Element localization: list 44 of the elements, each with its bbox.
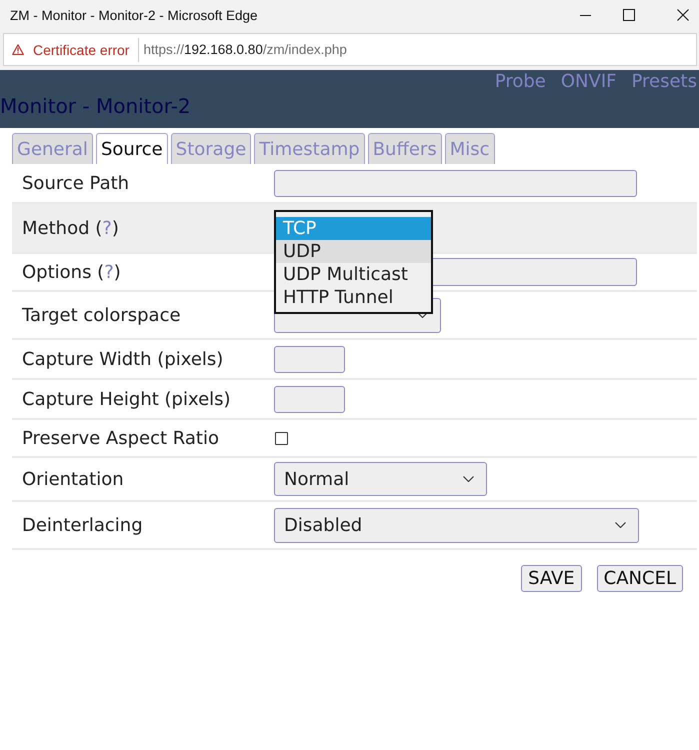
save-button[interactable]: SAVE — [521, 565, 582, 592]
dropdown-option[interactable]: UDP Multicast — [276, 263, 431, 286]
tab[interactable]: Source — [96, 133, 168, 164]
chevron-icon — [615, 522, 626, 528]
page-title: Monitor - Monitor-2 — [0, 93, 192, 119]
checkbox[interactable] — [275, 432, 288, 444]
chevron-icon — [463, 476, 474, 482]
dropdown-option[interactable]: TCP — [276, 217, 431, 240]
window-title: ZM - Monitor - Monitor-2 - Microsoft Edge — [10, 8, 259, 22]
nav-link[interactable]: Presets — [631, 71, 697, 93]
field-label: Capture Height (pixels) — [21, 388, 232, 410]
certificate-error-label[interactable]: Certificate error — [33, 42, 130, 58]
tab[interactable]: General — [12, 133, 93, 164]
dropdown-option[interactable]: UDP — [276, 240, 431, 263]
select-field[interactable]: Normal — [274, 462, 487, 496]
field-label: Target colorspace — [21, 304, 182, 326]
maximize-icon[interactable] — [623, 9, 635, 21]
nav-link[interactable]: Probe — [494, 71, 546, 93]
tab[interactable]: Misc — [444, 133, 495, 164]
warning-icon[interactable] — [12, 44, 24, 55]
number-field[interactable] — [274, 386, 345, 412]
field-label: Source Path — [21, 172, 130, 194]
help-link[interactable]: ? — [102, 218, 112, 238]
field-label: Preserve Aspect Ratio — [21, 428, 220, 448]
field-label: Method (?) — [21, 218, 120, 238]
nav-link[interactable]: ONVIF — [560, 71, 616, 93]
tab[interactable]: Storage — [170, 133, 252, 164]
tab[interactable]: Buffers — [368, 133, 442, 164]
field-label: Deinterlacing — [21, 514, 144, 536]
cancel-button[interactable]: CANCEL — [596, 565, 683, 592]
url-text: https://192.168.0.80/zm/index.php — [143, 42, 347, 57]
select-field[interactable]: Disabled — [274, 508, 639, 542]
chevron-icon — [417, 312, 428, 318]
address-bar[interactable]: Certificate error https://192.168.0.80/zm/index.php — [3, 33, 697, 66]
field-label: Orientation — [21, 468, 125, 490]
text-field[interactable] — [274, 170, 637, 196]
field-label: Options (?) — [21, 262, 122, 282]
tab[interactable]: Timestamp — [254, 133, 365, 164]
close-icon[interactable] — [677, 9, 689, 21]
number-field[interactable] — [274, 346, 345, 372]
dropdown-option[interactable]: HTTP Tunnel — [276, 286, 431, 309]
field-label: Capture Width (pixels) — [21, 348, 224, 370]
help-link[interactable]: ? — [104, 262, 114, 282]
minimize-icon[interactable] — [580, 14, 591, 16]
